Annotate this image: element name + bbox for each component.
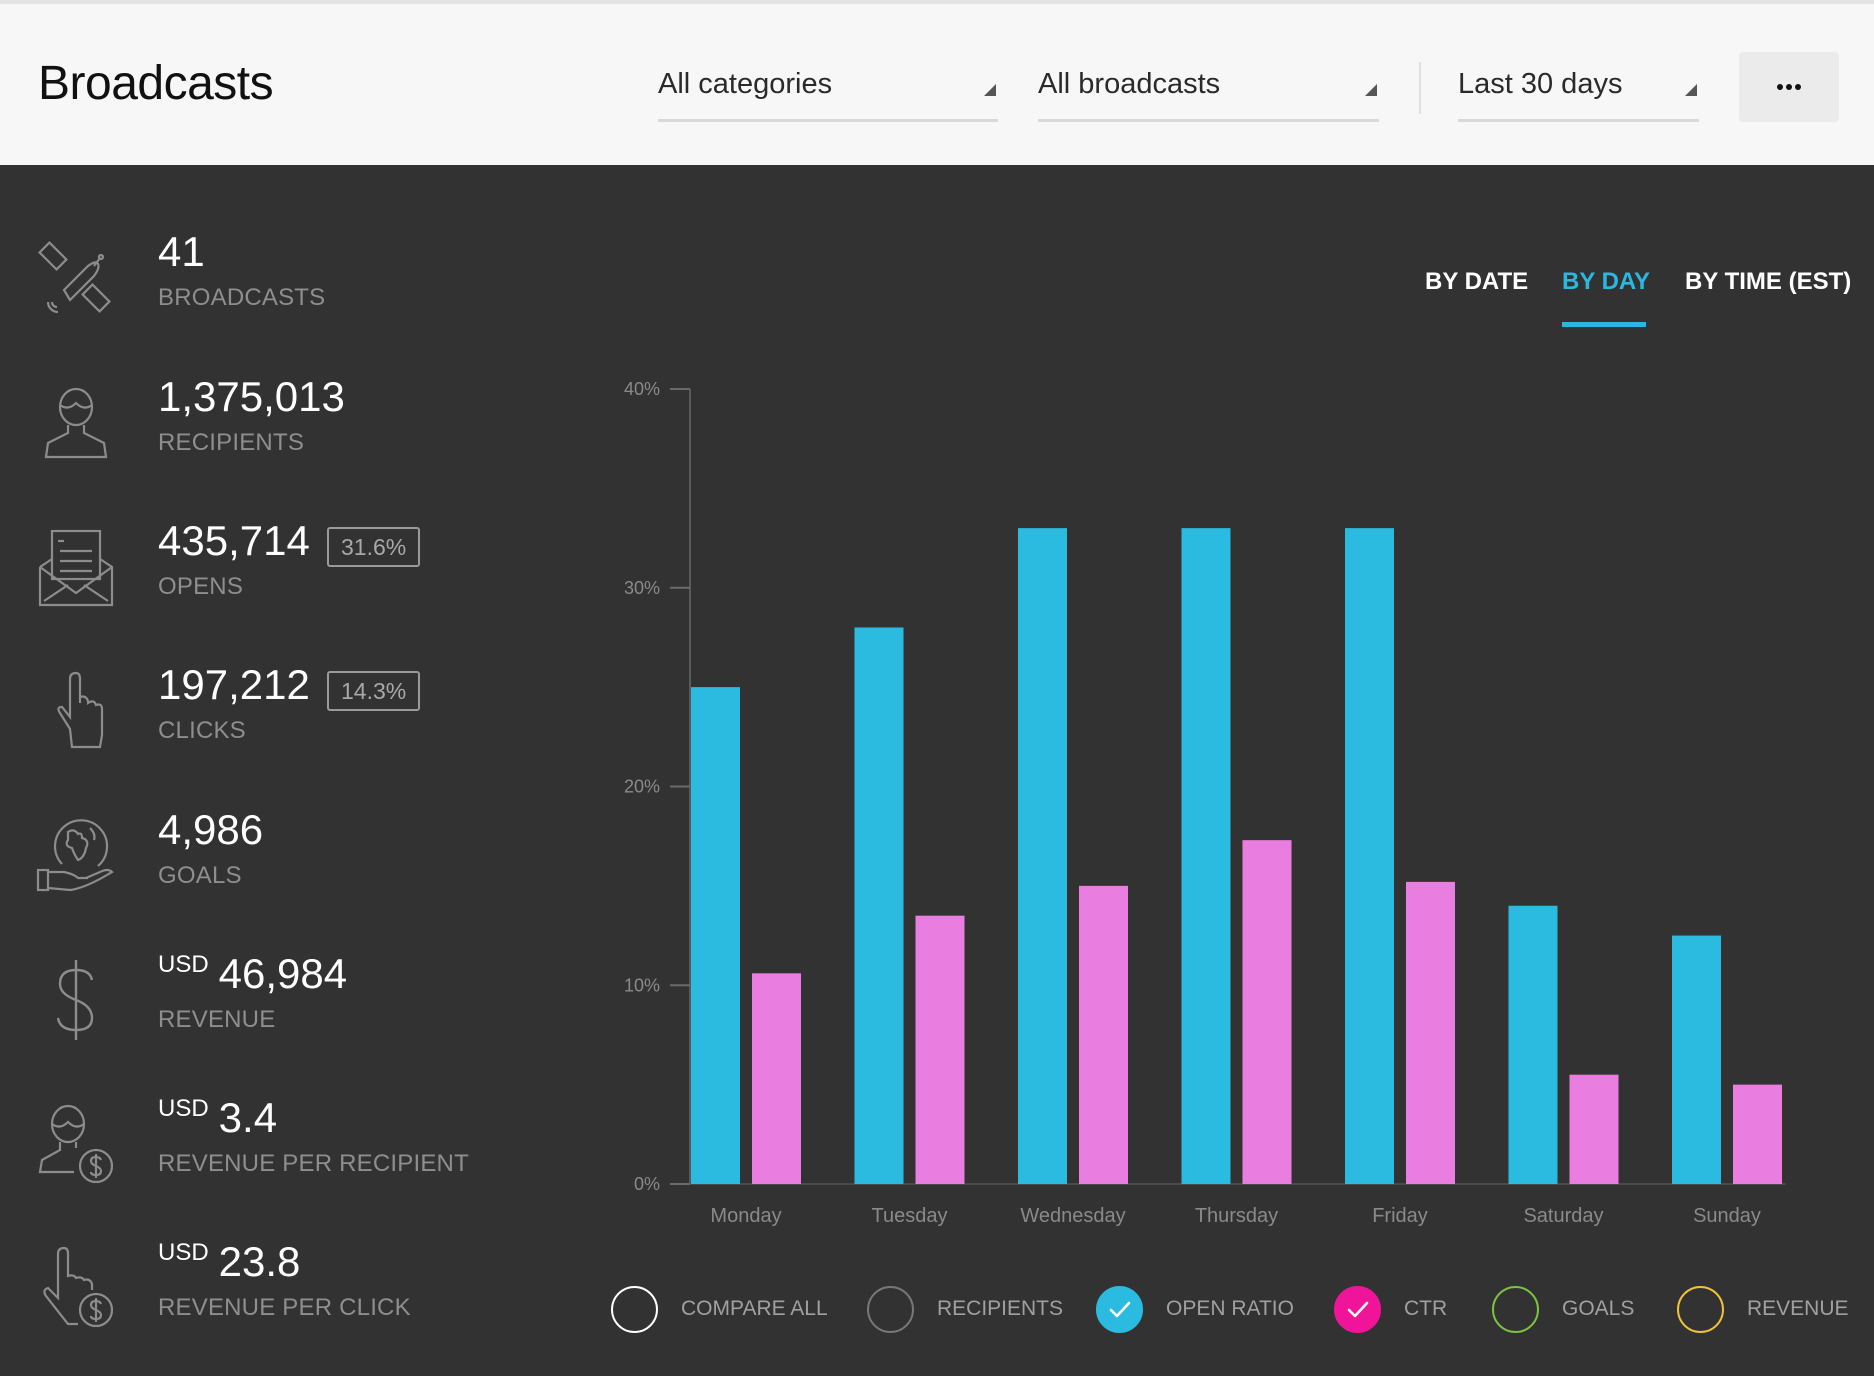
legend-label: REVENUE	[1747, 1297, 1849, 1320]
stat-label: BROADCASTS	[158, 284, 326, 311]
unchecked-circle-icon	[611, 1286, 658, 1333]
stat-value: 4,986	[158, 806, 264, 853]
ellipsis-dot	[1795, 84, 1801, 90]
stat-value: USD 46,984	[158, 950, 347, 998]
stat-label: CLICKS	[158, 717, 246, 744]
broadcast-filter-dropdown[interactable]: All broadcasts	[1038, 62, 1379, 122]
satellite-icon	[34, 236, 118, 320]
date-range-dropdown[interactable]: Last 30 days	[1458, 62, 1699, 122]
chart-legend: COMPARE ALL RECIPIENTS OPEN RATIO CTR GOALS R…	[0, 1285, 1874, 1335]
unchecked-circle-icon	[1492, 1286, 1539, 1333]
stat-goals: 4,986 GOALS	[0, 806, 560, 926]
unchecked-circle-icon	[867, 1286, 914, 1333]
page-title: Broadcasts	[38, 57, 274, 110]
more-options-button[interactable]	[1739, 52, 1839, 122]
user-dollar-icon	[34, 1102, 118, 1186]
ellipsis-icon	[1777, 84, 1783, 90]
checkmark-icon	[1109, 1301, 1130, 1317]
dollar-icon	[34, 958, 118, 1042]
checked-circle-icon	[1096, 1286, 1143, 1333]
stat-label: REVENUE	[158, 1006, 276, 1033]
stat-value: 41	[158, 228, 205, 275]
bar-ctr	[1733, 1084, 1782, 1184]
bar-open-ratio	[1181, 528, 1231, 1184]
legend-label: RECIPIENTS	[937, 1297, 1064, 1320]
open-rate-badge: 31.6%	[327, 527, 421, 567]
ellipsis-dot	[1786, 84, 1792, 90]
revenue-amount: 46,984	[218, 950, 348, 997]
bar-chart: 0% 10% 20% 30% 40% Monday Tuesday Wednesday Thur…	[624, 379, 1786, 1227]
revenue-per-click-amount: 23.8	[218, 1238, 301, 1285]
bar-open-ratio	[854, 627, 904, 1184]
envelope-open-icon	[34, 525, 118, 609]
stat-revenue-per-recipient: USD 3.4 REVENUE PER RECIPIENT	[0, 1094, 560, 1214]
bar-ctr	[1569, 1074, 1619, 1184]
stat-value: 1,375,013	[158, 373, 345, 420]
y-tick-label: 40%	[624, 379, 660, 399]
stat-recipients: 1,375,013 RECIPIENTS	[0, 373, 560, 493]
y-tick-label: 30%	[624, 578, 660, 598]
checked-circle-icon	[1334, 1286, 1381, 1333]
stat-broadcasts: 41 BROADCASTS	[0, 228, 560, 348]
stat-value: 197,212	[158, 661, 310, 708]
stat-value: USD 3.4	[158, 1094, 277, 1142]
legend-label: COMPARE ALL	[681, 1297, 828, 1320]
dropdown-caret-icon	[1365, 84, 1377, 96]
bar-open-ratio	[1018, 528, 1067, 1184]
stat-value: USD 23.8	[158, 1238, 300, 1286]
page-header: Broadcasts All categories All broadcasts…	[0, 4, 1874, 165]
revenue-per-recipient-amount: 3.4	[218, 1094, 278, 1141]
globe-hand-icon	[34, 814, 118, 898]
checkmark-icon	[1347, 1301, 1368, 1317]
stat-value: 435,714	[158, 517, 310, 564]
bar-open-ratio	[1508, 905, 1558, 1184]
bar-open-ratio	[691, 687, 740, 1184]
currency-label: USD	[158, 1095, 209, 1122]
stat-clicks: 197,212 14.3% CLICKS	[0, 661, 560, 781]
tab-by-date[interactable]: BY DATE	[1425, 268, 1528, 296]
bar-open-ratio	[1345, 528, 1394, 1184]
x-tick-label: Wednesday	[1020, 1205, 1125, 1227]
dropdown-caret-icon	[1685, 84, 1697, 96]
pointer-hand-icon	[34, 669, 118, 753]
dropdown-caret-icon	[984, 84, 996, 96]
x-tick-label: Saturday	[1523, 1205, 1603, 1227]
stat-label: OPENS	[158, 573, 244, 600]
legend-label: CTR	[1404, 1297, 1448, 1320]
stat-label: GOALS	[158, 862, 242, 889]
date-range-value: Last 30 days	[1458, 68, 1623, 100]
broadcast-filter-value: All broadcasts	[1038, 68, 1221, 100]
tab-by-day[interactable]: BY DAY	[1562, 268, 1650, 296]
currency-label: USD	[158, 951, 209, 978]
stat-label: RECIPIENTS	[158, 429, 305, 456]
x-tick-label: Sunday	[1693, 1205, 1761, 1227]
x-tick-label: Tuesday	[872, 1205, 948, 1227]
bar-ctr	[752, 973, 801, 1184]
currency-label: USD	[158, 1239, 209, 1266]
legend-label: GOALS	[1562, 1297, 1635, 1320]
user-icon	[34, 381, 118, 465]
legend-label: OPEN RATIO	[1166, 1297, 1294, 1320]
active-tab-indicator	[1562, 322, 1646, 327]
filter-divider	[1419, 62, 1421, 114]
bar-open-ratio	[1672, 935, 1721, 1184]
x-tick-label: Friday	[1372, 1205, 1428, 1227]
stat-revenue: USD 46,984 REVENUE	[0, 950, 560, 1070]
category-filter-dropdown[interactable]: All categories	[658, 62, 998, 122]
bar-ctr	[1242, 840, 1292, 1184]
stat-opens: 435,714 31.6% OPENS	[0, 517, 560, 637]
unchecked-circle-icon	[1677, 1286, 1724, 1333]
y-tick-label: 0%	[634, 1174, 660, 1194]
bar-ctr	[1406, 881, 1455, 1184]
tab-by-time[interactable]: BY TIME (EST)	[1685, 268, 1851, 296]
stat-label: REVENUE PER RECIPIENT	[158, 1150, 469, 1177]
y-tick-label: 20%	[624, 777, 660, 797]
click-rate-badge: 14.3%	[327, 671, 421, 711]
bar-ctr	[915, 915, 965, 1184]
y-tick-label: 10%	[624, 975, 660, 995]
x-tick-label: Thursday	[1195, 1205, 1278, 1227]
x-tick-label: Monday	[710, 1205, 781, 1227]
bar-ctr	[1079, 885, 1128, 1184]
category-filter-value: All categories	[658, 68, 833, 100]
